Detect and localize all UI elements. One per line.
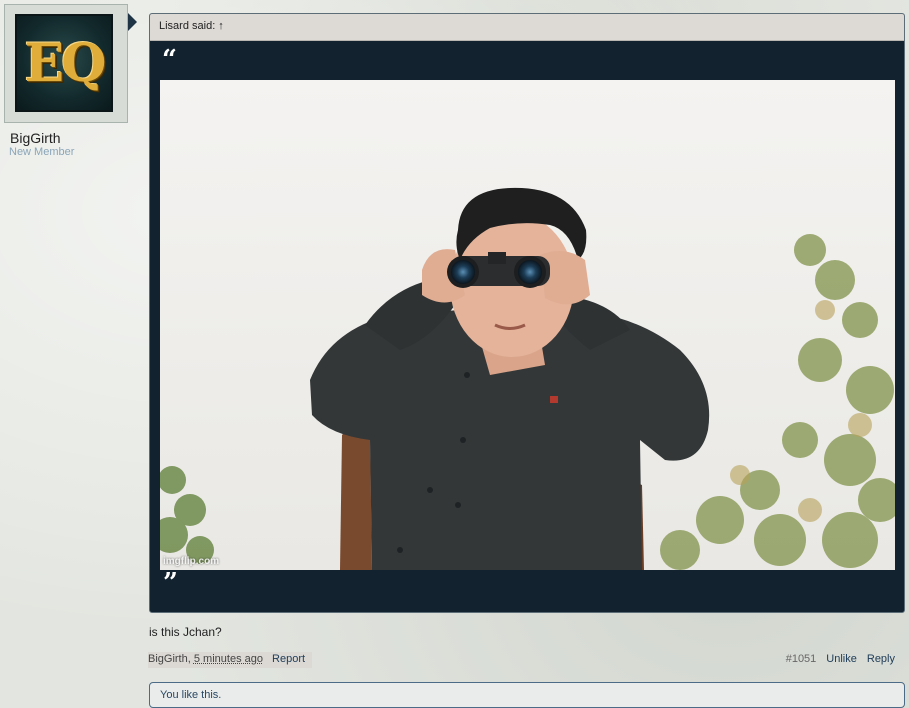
likes-text: You like this. [160, 689, 222, 701]
post-meta: BigGirth, 5 minutes ago Report [148, 652, 312, 668]
post-controls: #1051 Unlike Reply [786, 653, 895, 665]
post-author-link[interactable]: BigGirth [148, 653, 188, 665]
quoted-image[interactable]: imgflip.com [160, 80, 895, 570]
user-title: New Member [9, 146, 75, 158]
post-number[interactable]: #1051 [786, 653, 817, 665]
quote-block: Lisard said: ↑ “ imgflip.com ” [149, 13, 905, 613]
post-pointer-arrow [128, 13, 137, 31]
username[interactable]: BigGirth [10, 130, 61, 146]
avatar[interactable]: EQ [15, 14, 113, 112]
avatar-frame: EQ [4, 4, 128, 123]
quote-header[interactable]: Lisard said: ↑ [150, 14, 904, 41]
quote-attribution[interactable]: Lisard said: ↑ [159, 20, 224, 32]
binoculars-photo [160, 80, 895, 570]
post-date[interactable]: 5 minutes ago [194, 653, 263, 665]
report-link[interactable]: Report [272, 653, 305, 665]
close-quote-icon: ” [163, 568, 178, 598]
avatar-logo-text: EQ [24, 32, 107, 94]
post-message: is this Jchan? [149, 625, 222, 639]
open-quote-icon: “ [162, 45, 177, 75]
likes-summary: You like this. [149, 682, 905, 708]
reply-link[interactable]: Reply [867, 653, 895, 665]
image-watermark: imgflip.com [163, 556, 220, 567]
unlike-link[interactable]: Unlike [826, 653, 857, 665]
